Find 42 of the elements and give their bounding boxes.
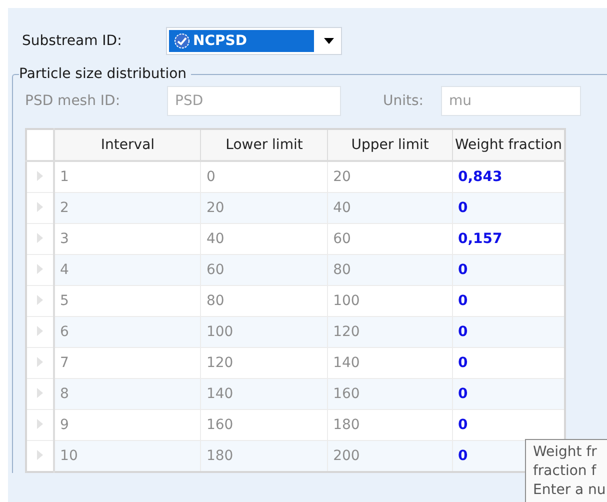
row-pointer-icon — [37, 171, 44, 181]
substream-dropdown[interactable]: NCPSD — [166, 27, 342, 55]
table-cell: 140 — [200, 378, 328, 410]
table-cell[interactable]: 0 — [452, 316, 565, 348]
column-header[interactable]: Upper limit — [328, 129, 452, 161]
table-cell[interactable]: 0 — [452, 254, 565, 286]
row-pointer-icon — [37, 264, 44, 274]
table-cell: 10 — [54, 440, 201, 472]
table-cell: 4 — [54, 254, 201, 286]
row-pointer-icon — [37, 419, 44, 429]
substream-label: Substream ID: — [22, 33, 123, 49]
group-title: Particle size distribution — [19, 66, 188, 82]
units-label: Units: — [383, 93, 425, 109]
row-pointer-icon — [37, 202, 44, 212]
table-cell[interactable]: 0 — [452, 378, 565, 410]
column-header[interactable]: Lower limit — [200, 129, 328, 161]
row-pointer-icon — [37, 388, 44, 398]
check-badge-icon — [174, 33, 190, 49]
row-pointer-icon — [37, 326, 44, 336]
table-cell: 6 — [54, 316, 201, 348]
row-pointer-icon — [37, 295, 44, 305]
substream-value: NCPSD — [193, 33, 247, 49]
table-cell: 100 — [200, 316, 328, 348]
table-cell: 60 — [200, 254, 328, 286]
row-pointer-icon — [37, 450, 44, 460]
table-cell: 180 — [200, 440, 328, 472]
table-cell: 20 — [200, 192, 328, 224]
row-pointer-icon — [37, 233, 44, 243]
table-cell: 8 — [54, 378, 201, 410]
mesh-id-label: PSD mesh ID: — [25, 93, 122, 109]
table-cell: 2 — [54, 192, 201, 224]
table-cell: 200 — [328, 440, 452, 472]
table-cell: 40 — [328, 192, 452, 224]
table-cell: 120 — [328, 316, 452, 348]
tooltip-text: Enter a nu — [533, 481, 607, 500]
table-cell: 160 — [328, 378, 452, 410]
dropdown-arrow-icon — [324, 38, 334, 44]
table-cell: 80 — [328, 254, 452, 286]
row-pointer-icon — [37, 357, 44, 367]
table-cell[interactable]: 0 — [452, 192, 565, 224]
column-header[interactable]: Interval — [54, 129, 201, 161]
column-header[interactable]: Weight fraction — [452, 129, 565, 161]
